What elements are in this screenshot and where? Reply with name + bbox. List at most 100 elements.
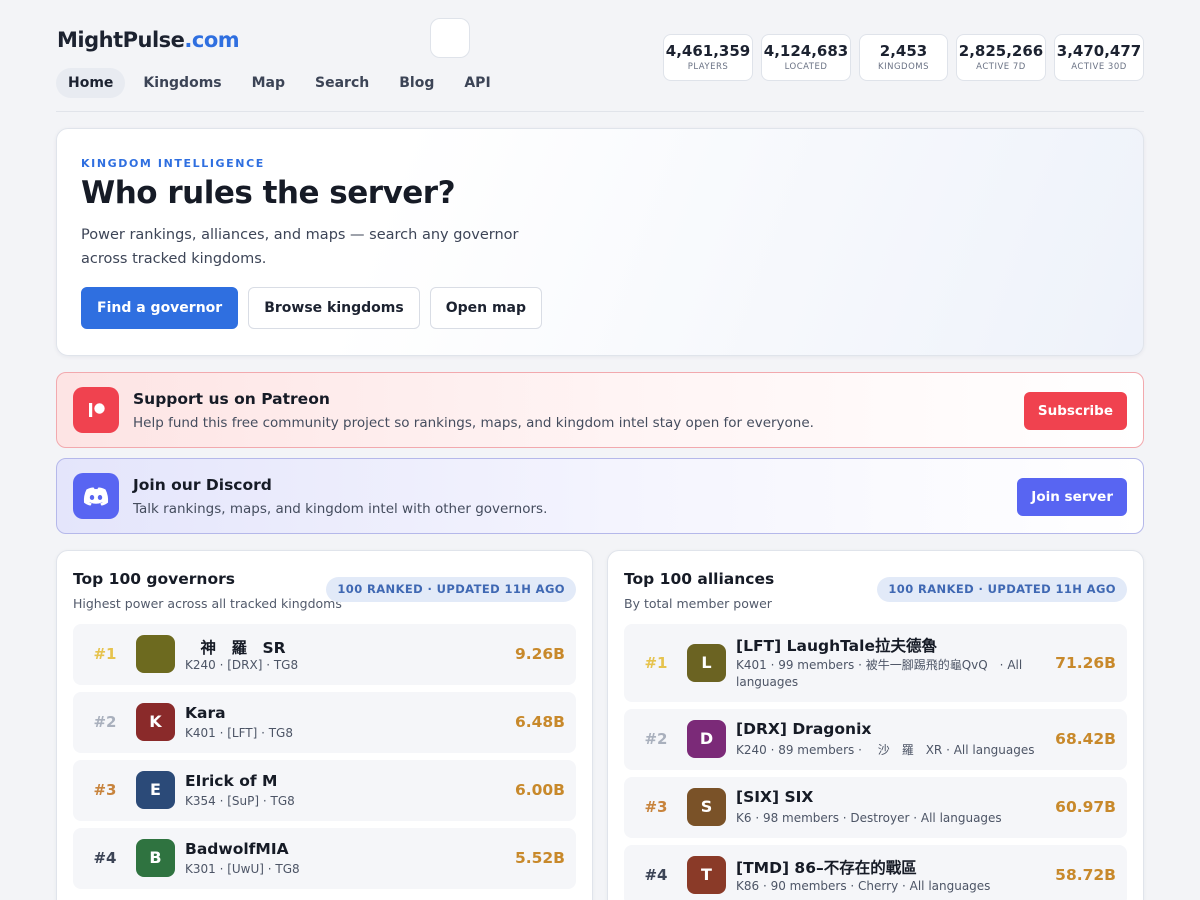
governor-name: BadwolfMIA [185,840,289,858]
nav-item-blog[interactable]: Blog [387,68,446,98]
rank-number: #4 [644,866,668,884]
stat-active-7d: 2,825,266 ACTIVE 7D [956,34,1046,81]
site-header: MightPulse.com Home Kingdoms Map Search … [56,0,1144,112]
patreon-title: Support us on Patreon [133,390,330,408]
stat-label: LOCATED [784,62,828,72]
stat-active-30d: 3,470,477 ACTIVE 30D [1054,34,1144,81]
stat-label: KINGDOMS [878,62,929,72]
panel-title: Top 100 governors [73,570,235,588]
governor-list: #1 神 羅 SR K240 · [DRX] · TG8 9.26B #2 K … [73,624,576,896]
governor-row[interactable]: #1 神 羅 SR K240 · [DRX] · TG8 9.26B [73,624,576,685]
stat-label: PLAYERS [687,62,729,72]
open-map-button[interactable]: Open map [429,287,543,329]
stat-label: ACTIVE 30D [1071,62,1127,72]
discord-banner: Join our Discord Talk rankings, maps, an… [56,458,1144,534]
patreon-banner: Support us on Patreon Help fund this fre… [56,372,1144,448]
patreon-description: Help fund this free community project so… [133,415,814,431]
alliance-row[interactable]: #3 S [SIX] SIX K6 · 98 members · Destroy… [624,777,1127,838]
discord-icon [73,473,119,519]
hero-eyebrow: KINGDOM INTELLIGENCE [81,157,265,170]
stat-players: 4,461,359 PLAYERS [663,34,753,81]
governor-row[interactable]: #4 B BadwolfMIA K301 · [UwU] · TG8 5.52B [73,828,576,889]
alliance-list: #1 L [LFT] LaughTale拉夫德魯 K401 · 99 membe… [624,624,1127,900]
find-governor-button[interactable]: Find a governor [81,287,239,329]
governor-meta: K354 · [SuP] · TG8 [185,794,295,808]
avatar: B [136,839,175,877]
hero-title: Who rules the server? [81,175,456,211]
alliance-row[interactable]: #2 D [DRX] Dragonix K240 · 89 members · … [624,709,1127,770]
top-alliances-panel: Top 100 alliances By total member power … [607,550,1144,900]
rank-number: #1 [644,654,668,672]
governor-name: 神 羅 SR [185,639,286,657]
avatar: T [687,856,726,894]
hero-actions: Find a governor Browse kingdoms Open map [81,287,543,329]
ranked-badge: 100 RANKED · UPDATED 11H AGO [877,577,1127,602]
nav-item-map[interactable]: Map [240,68,297,98]
browse-kingdoms-button[interactable]: Browse kingdoms [248,287,420,329]
governor-name: Kara [185,704,226,722]
governor-name: EIrick of M [185,772,278,790]
top-governors-panel: Top 100 governors Highest power across a… [56,550,593,900]
alliance-name: [TMD] 86–不存在的戰區 [736,859,917,877]
governor-power: 5.52B [514,849,565,867]
ranked-badge: 100 RANKED · UPDATED 11H AGO [326,577,576,602]
stat-value: 4,461,359 [665,42,751,60]
rank-number: #2 [644,730,668,748]
alliance-meta: K240 · 89 members · 沙 羅 XR · All languag… [736,743,1035,757]
alliance-meta: K86 · 90 members · Cherry · All language… [736,879,991,893]
nav-item-home[interactable]: Home [56,68,126,98]
main-nav: Home Kingdoms Map Search Blog API [56,68,503,98]
theme-toggle-button[interactable] [430,18,470,58]
subscribe-button[interactable]: Subscribe [1023,392,1127,430]
patreon-icon [73,387,119,433]
governor-row[interactable]: #2 K Kara K401 · [LFT] · TG8 6.48B [73,692,576,753]
alliance-meta: K6 · 98 members · Destroyer · All langua… [736,811,1002,825]
nav-item-api[interactable]: API [452,68,502,98]
avatar: S [687,788,726,826]
governor-power: 6.48B [514,713,565,731]
alliance-row[interactable]: #1 L [LFT] LaughTale拉夫德魯 K401 · 99 membe… [624,624,1127,702]
stat-value: 3,470,477 [1056,42,1142,60]
governor-meta: K240 · [DRX] · TG8 [185,658,299,672]
stat-value: 2,453 [879,42,928,60]
governor-row[interactable]: #3 E EIrick of M K354 · [SuP] · TG8 6.00… [73,760,576,821]
avatar: K [136,703,175,741]
alliance-power: 71.26B [1055,654,1116,672]
brand-tld: .com [184,28,240,52]
stat-label: ACTIVE 7D [976,62,1026,72]
rank-number: #2 [93,713,117,731]
stat-located: 4,124,683 LOCATED [761,34,851,81]
panel-subtitle: By total member power [624,596,772,611]
rank-number: #4 [93,849,117,867]
avatar: L [687,644,726,682]
avatar [136,635,175,673]
alliance-row[interactable]: #4 T [TMD] 86–不存在的戰區 K86 · 90 members · … [624,845,1127,900]
alliance-power: 60.97B [1055,798,1116,816]
avatar: D [687,720,726,758]
discord-title: Join our Discord [133,476,272,494]
governor-meta: K401 · [LFT] · TG8 [185,726,293,740]
avatar: E [136,771,175,809]
brand-name: MightPulse [57,28,185,52]
governor-power: 6.00B [514,781,565,799]
stat-value: 4,124,683 [763,42,849,60]
governor-meta: K301 · [UwU] · TG8 [185,862,300,876]
site-logo[interactable]: MightPulse.com [57,28,240,52]
join-server-button[interactable]: Join server [1017,478,1127,516]
discord-description: Talk rankings, maps, and kingdom intel w… [133,501,548,517]
alliance-power: 58.72B [1055,866,1116,884]
rank-number: #3 [644,798,668,816]
rank-number: #1 [93,645,117,663]
nav-item-search[interactable]: Search [303,68,381,98]
panel-title: Top 100 alliances [624,570,775,588]
hero-card: KINGDOM INTELLIGENCE Who rules the serve… [56,128,1144,356]
alliance-name: [SIX] SIX [736,788,814,806]
nav-item-kingdoms[interactable]: Kingdoms [131,68,233,98]
panel-subtitle: Highest power across all tracked kingdom… [73,596,342,611]
stat-value: 2,825,266 [958,42,1044,60]
alliance-meta: K401 · 99 members · 被牛一腳踢飛的龜QvQ · All la… [736,658,1023,689]
rank-number: #3 [93,781,117,799]
alliance-name: [DRX] Dragonix [736,720,872,738]
stat-kingdoms: 2,453 KINGDOMS [859,34,948,81]
alliance-name: [LFT] LaughTale拉夫德魯 [736,637,937,655]
